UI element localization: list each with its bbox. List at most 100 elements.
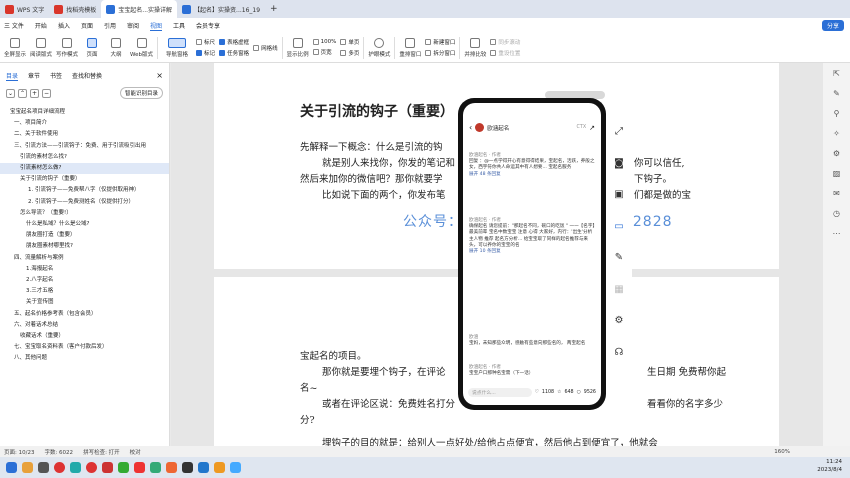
app-icon[interactable] (182, 462, 193, 473)
gridline-checkbox[interactable]: 网格线 (253, 44, 278, 52)
record-icon[interactable]: ▣ (614, 189, 623, 200)
menu-tools[interactable]: 工具 (173, 21, 185, 30)
proofread-button[interactable]: 校对 (130, 448, 141, 456)
toc-item[interactable]: 1.海报起名 (0, 264, 169, 275)
system-clock[interactable]: 11:24 2023/8/4 (817, 458, 842, 474)
collapse-icon[interactable]: ⌃ (18, 88, 27, 98)
eye-mode-button[interactable]: 护眼模式 (368, 37, 390, 58)
toc-item[interactable]: 引流的素材怎么找? (0, 152, 169, 163)
filter-icon[interactable]: ⚲ (834, 109, 840, 118)
back-icon[interactable]: ‹ (469, 123, 472, 132)
toc-item[interactable]: 2.八字起名 (0, 275, 169, 286)
image-icon[interactable]: ▨ (833, 169, 841, 178)
app-icon[interactable] (102, 462, 113, 473)
tab-toc[interactable]: 目录 (6, 71, 19, 81)
tab-chapters[interactable]: 章节 (28, 71, 40, 81)
toc-item[interactable]: 三、引流方法——引流钩子：免费、用于引流吸引出用 (0, 141, 169, 152)
app-icon[interactable] (38, 462, 49, 473)
zoom-100-button[interactable]: 100% (312, 39, 336, 45)
share-icon[interactable]: ↗ (589, 124, 595, 132)
app-icon[interactable] (198, 462, 209, 473)
toc-item[interactable]: 2. 引流钩子——免费测姓名（仅提供打分） (0, 197, 169, 208)
toc-item[interactable]: 五、起名价格参考表（包含会员） (0, 309, 169, 320)
app-icon[interactable] (150, 462, 161, 473)
word-count[interactable]: 字数: 6022 (44, 448, 73, 456)
share-button[interactable]: 分享 (821, 20, 844, 31)
toc-item[interactable]: 二、关于软件使用 (0, 129, 169, 140)
cast-icon[interactable]: ▭ (614, 221, 623, 232)
toc-item[interactable]: 六、对着话术总结 (0, 320, 169, 331)
toc-item[interactable]: 关于引流的钩子（重要） (0, 174, 169, 185)
compare-button[interactable]: 并排比较 (464, 37, 486, 58)
menu-review[interactable]: 审阅 (127, 21, 139, 30)
multi-page-button[interactable]: 多页 (340, 49, 359, 57)
wechat-icon[interactable] (118, 462, 129, 473)
rearrange-window-button[interactable]: 重排窗口 (399, 37, 421, 58)
screenshot-icon[interactable]: ◙ (614, 158, 624, 169)
headset-icon[interactable]: ☊ (615, 347, 624, 358)
menu-insert[interactable]: 插入 (58, 21, 70, 30)
toc-item[interactable]: 1. 引流钩子——免费帮八字（仅提供取用神） (0, 185, 169, 196)
mark-checkbox[interactable]: 标记 (196, 49, 215, 57)
brush-icon[interactable]: ✎ (615, 252, 623, 263)
toc-item[interactable]: 收藏话术（重要） (0, 331, 169, 342)
toc-item[interactable]: 关于宣传图 (0, 297, 169, 308)
settings-icon[interactable]: ⚙ (833, 149, 840, 158)
tab-document-2[interactable]: 【起名】实操资...16_19 (177, 0, 265, 18)
magic-icon[interactable]: ✧ (833, 129, 840, 138)
task-pane-checkbox[interactable]: 任务窗格 (219, 49, 249, 57)
toc-item[interactable]: 朋友圈素材哪里找? (0, 241, 169, 252)
tab-find-replace[interactable]: 查找和替换 (72, 71, 102, 81)
toc-item[interactable]: 四、流量解析与案例 (0, 253, 169, 264)
spell-check[interactable]: 拼写检查: 打开 (83, 448, 120, 456)
comment-icon[interactable]: ○ (577, 390, 581, 395)
outline-button[interactable]: 大纲 (106, 37, 126, 58)
pen-icon[interactable]: ✎ (833, 89, 840, 98)
page-view-button[interactable]: 页面 (82, 37, 102, 58)
sync-scroll-button[interactable]: 同步滚动 (490, 38, 520, 46)
smart-toc-button[interactable]: 智能识别目录 (119, 87, 163, 99)
phone-mirror[interactable]: ‹ 欧涵起名 CTX ↗ 欧涵起名 · 作者 回复 ：@一点学得开心有意得得结果… (458, 98, 606, 410)
select-icon[interactable]: ⇱ (833, 69, 840, 78)
toc-item[interactable]: 怎么导流？（重要!） (0, 208, 169, 219)
windows-start-icon[interactable] (6, 462, 17, 473)
clock-icon[interactable]: ◷ (833, 209, 840, 218)
web-layout-button[interactable]: Web版式 (130, 37, 153, 58)
split-window-button[interactable]: 拆分窗口 (425, 49, 455, 57)
tab-template[interactable]: 找稻壳模板 (49, 0, 101, 18)
zoom-level[interactable]: 160% (774, 449, 790, 455)
tab-document-active[interactable]: 宝宝起名...实操详解 (101, 0, 178, 18)
reset-position-button[interactable]: 重设位置 (490, 49, 520, 57)
star-icon[interactable]: ☆ (557, 390, 561, 395)
reading-layout-button[interactable]: 阅读版式 (30, 37, 52, 58)
app-icon[interactable] (70, 462, 81, 473)
more-icon[interactable]: ⋯ (833, 229, 841, 238)
expand-icon[interactable]: ⤢ (615, 126, 623, 137)
tab-bookmarks[interactable]: 书签 (50, 71, 62, 81)
wps-icon[interactable] (134, 462, 145, 473)
comment-icon[interactable]: ✉ (833, 189, 840, 198)
comment-input[interactable]: 说点什么... (468, 388, 532, 397)
toc-item[interactable]: 八、其他问题 (0, 353, 169, 364)
page-indicator[interactable]: 页面: 10/23 (4, 448, 34, 456)
zoom-ratio-button[interactable]: 显示比例 (287, 37, 309, 58)
page-width-button[interactable]: 页宽 (312, 48, 337, 56)
heart-icon[interactable]: ♡ (535, 390, 539, 395)
toc-item[interactable]: 宝宝起名项目详细流程 (0, 107, 169, 118)
single-page-button[interactable]: 单页 (340, 38, 359, 46)
app-icon[interactable] (230, 462, 241, 473)
nav-pane-button[interactable]: 导航窗格 (162, 37, 192, 58)
toc-item[interactable]: 朋友圈打造（重要） (0, 230, 169, 241)
new-window-button[interactable]: 新建窗口 (425, 38, 455, 46)
menu-home[interactable]: 开始 (35, 21, 47, 30)
settings-icon[interactable]: ⚙ (615, 315, 624, 326)
app-icon[interactable] (166, 462, 177, 473)
keyboard-icon[interactable]: ▦ (614, 284, 623, 295)
new-tab-button[interactable]: + (265, 0, 283, 18)
writing-mode-button[interactable]: 写作模式 (56, 37, 78, 58)
toc-item[interactable]: 引流素材怎么做? (0, 163, 169, 175)
tab-wps[interactable]: WPS 文字 (0, 0, 49, 18)
app-icon[interactable] (214, 462, 225, 473)
toc-item[interactable]: 七、宝宝取名资料表（客户付款后发） (0, 342, 169, 353)
menu-view[interactable]: 视图 (150, 21, 163, 31)
